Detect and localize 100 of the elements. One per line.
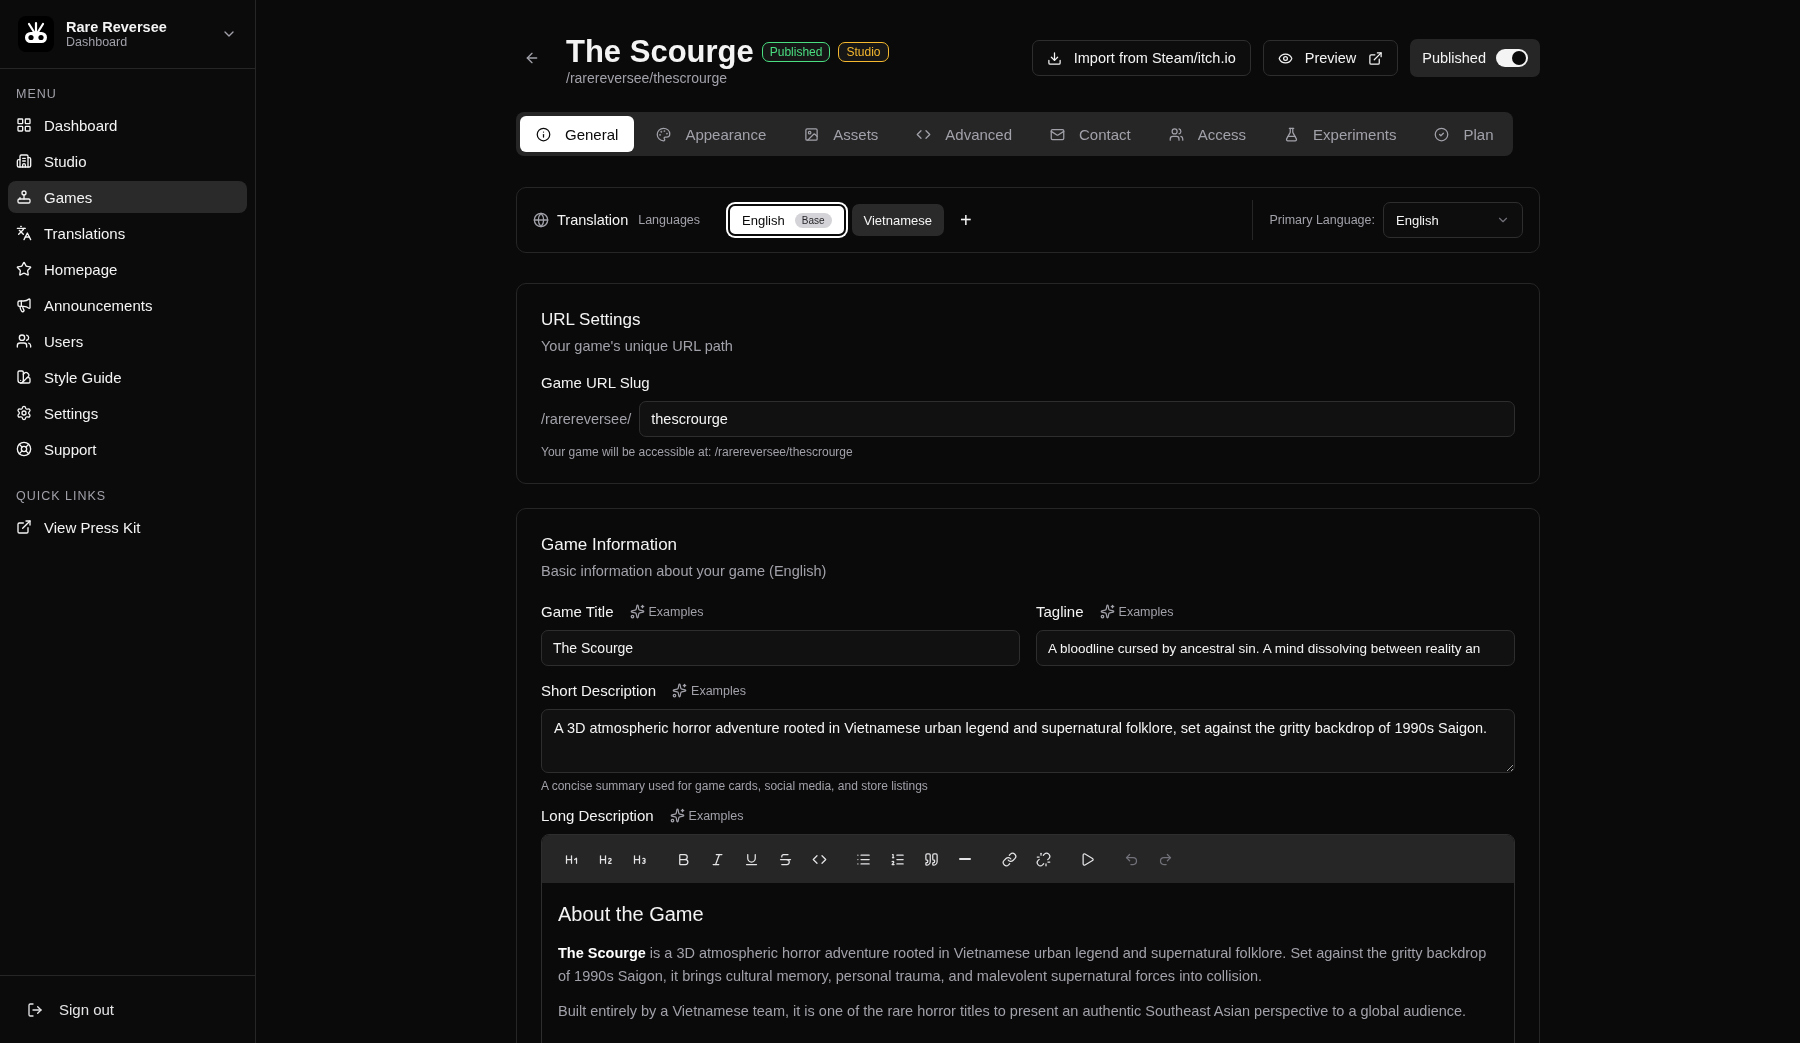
download-icon (1046, 50, 1062, 66)
nav-item[interactable]: Games (8, 181, 247, 213)
nav-item[interactable]: Translations (8, 217, 247, 249)
sparkles-icon (669, 808, 685, 823)
examples-button[interactable]: Examples (672, 683, 746, 698)
tab[interactable]: Access (1152, 116, 1263, 152)
add-language-button[interactable]: + (949, 208, 982, 232)
examples-button[interactable]: Examples (629, 604, 704, 619)
sign-out-link[interactable]: Sign out (0, 975, 255, 1043)
workspace-name: Rare Reversee (66, 19, 168, 35)
game-path: /rarereversee/thescrourge (566, 70, 729, 86)
field-label: Game Title (541, 603, 614, 620)
external-link-icon (16, 519, 32, 535)
dashboard-icon (16, 117, 32, 133)
star-icon (16, 261, 32, 277)
undo-icon (1123, 851, 1139, 867)
tab[interactable]: Appearance (640, 116, 783, 152)
card-title: URL Settings (541, 310, 642, 330)
settings-icon (16, 405, 32, 421)
link-icon (1001, 851, 1017, 867)
image-icon (804, 126, 820, 142)
users-icon (1168, 126, 1184, 142)
field-label: Tagline (1036, 603, 1084, 620)
users-icon (16, 333, 32, 349)
tab[interactable]: Assets (788, 116, 895, 152)
strikethrough-icon (777, 851, 793, 867)
card-description: Basic information about your game (English) (541, 563, 828, 579)
sparkles-icon (672, 683, 688, 698)
sparkles-icon (629, 604, 645, 619)
megaphone-icon (16, 297, 32, 313)
external-link-icon (1368, 50, 1384, 66)
import-button[interactable]: Import from Steam/itch.io (1031, 40, 1251, 76)
toggle-label: Published (1422, 50, 1486, 66)
sparkles-icon (1099, 604, 1115, 619)
translate-icon (16, 225, 32, 241)
slug-input[interactable]: thescrourge (639, 401, 1515, 437)
text-input[interactable]: The Scourge (541, 630, 1020, 666)
mail-icon (1050, 126, 1065, 142)
field-hint: Your game will be accessible at: /rarereversee/thescrourge (541, 445, 854, 459)
editor-heading: About the Game (558, 903, 705, 926)
url-prefix: /rarereversee/ (541, 411, 632, 427)
publish-switch[interactable] (1496, 49, 1528, 67)
info-icon (536, 126, 551, 142)
status-badge: Published (761, 42, 831, 62)
nav-item[interactable]: Style Guide (8, 361, 247, 393)
tab[interactable]: Contact (1034, 116, 1147, 152)
status-badge: Studio (838, 42, 889, 62)
play-icon (1079, 851, 1095, 867)
eye-icon (1277, 50, 1293, 66)
examples-button[interactable]: Examples (669, 808, 744, 823)
nav-item[interactable]: Users (8, 325, 247, 357)
ordered-list-icon (889, 851, 905, 867)
bullet-list-icon (855, 851, 871, 867)
nav-item[interactable]: Studio (8, 145, 247, 177)
tab[interactable]: General (520, 116, 635, 152)
examples-button[interactable]: Examples (1099, 604, 1174, 619)
editor-paragraph: Built entirely by a Vietnamese team, it is one of the rare horror titles to present an authentic Southeast Asian perspective to a global audience. (558, 1002, 1468, 1021)
sign-out-icon (27, 1001, 43, 1018)
editor-paragraph: The Scourge is a 3D atmospheric horror adventure rooted in Vietnamese urban legend and supernatural folklore. Set against the gritty backdrop of 1990s Saigon, it brings cultural memory, personal trauma, and malevolent supernatural forces into collision. (558, 944, 1488, 986)
translation-title: Translation (557, 212, 629, 228)
italic-icon (709, 851, 725, 867)
redo-icon (1157, 851, 1173, 867)
language-button[interactable]: Vietnamese (851, 204, 944, 236)
quick-link[interactable]: View Press Kit (8, 511, 247, 543)
field-label: Short Description (541, 682, 657, 699)
logo-icon (18, 16, 54, 52)
nav-item[interactable]: Dashboard (8, 109, 247, 141)
nav-item[interactable]: Settings (8, 397, 247, 429)
field-label: Long Description (541, 807, 654, 824)
card-title: Game Information (541, 535, 679, 555)
section-heading: MENU (15, 87, 58, 101)
building-icon (16, 153, 32, 169)
dash-icon (959, 858, 971, 860)
section-heading: QUICK LINKS (15, 489, 108, 503)
description-textarea[interactable]: A 3D atmospheric horror adventure rooted in Vietnamese urban legend and supernatural folklore, set against the gritty backdrop of 1990s Saigon. (541, 709, 1515, 773)
quote-icon (923, 851, 939, 867)
text-input[interactable]: A bloodline cursed by ancestral sin. A mind dissolving between reality an (1036, 630, 1515, 666)
lifebuoy-icon (16, 441, 32, 457)
joystick-icon (16, 189, 32, 205)
back-button[interactable] (524, 50, 540, 66)
check-circle-icon (1434, 126, 1450, 142)
tab[interactable]: Plan (1418, 116, 1510, 152)
field-hint: A concise summary used for game cards, social media, and store listings (541, 779, 929, 793)
page-title: The Scourge (566, 34, 754, 70)
field-label: Game URL Slug (541, 374, 650, 391)
tab[interactable]: Experiments (1268, 116, 1413, 152)
globe-icon (533, 212, 549, 228)
nav-item[interactable]: Announcements (8, 289, 247, 321)
swatch-icon (16, 369, 32, 385)
preview-button[interactable]: Preview (1262, 40, 1399, 76)
base-badge: Base (794, 212, 832, 228)
language-button[interactable]: English Base (728, 204, 846, 236)
underline-icon (743, 851, 759, 867)
card-description: Your game's unique URL path (541, 338, 734, 354)
palette-icon (656, 126, 672, 142)
nav-item[interactable]: Homepage (8, 253, 247, 285)
primary-language-label: Primary Language: (1269, 213, 1375, 227)
primary-language-select[interactable]: English (1383, 202, 1523, 238)
nav-item[interactable]: Support (8, 433, 247, 465)
tab[interactable]: Advanced (900, 116, 1028, 152)
